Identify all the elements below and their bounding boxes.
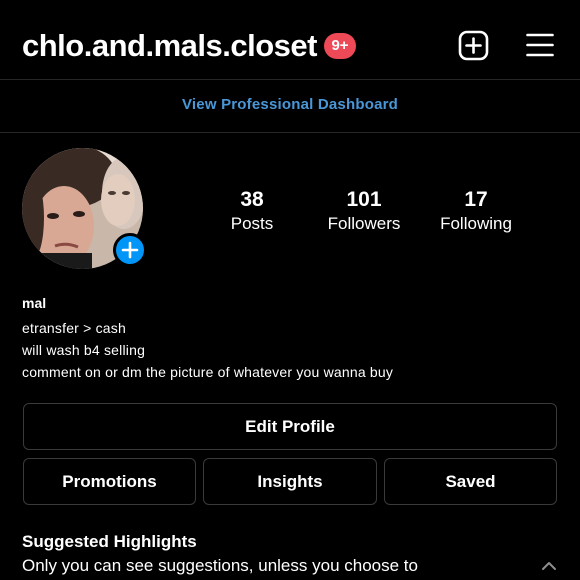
top-bar: chlo.and.mals.closet 9+ xyxy=(0,0,580,80)
suggested-highlights-description: Only you can see suggestions, unless you… xyxy=(22,556,418,575)
bio-line: etransfer > cash xyxy=(22,320,126,336)
chevron-up-icon[interactable] xyxy=(541,559,557,571)
followers-count: 101 xyxy=(346,188,382,211)
stat-following[interactable]: 17 Following xyxy=(421,188,531,235)
professional-dashboard-bar: View Professional Dashboard xyxy=(0,81,580,133)
profile-bio: mal etransfer > cash will wash b4 sellin… xyxy=(22,292,393,383)
notification-badge[interactable]: 9+ xyxy=(324,33,356,59)
plus-icon xyxy=(121,241,139,259)
edit-profile-button[interactable]: Edit Profile xyxy=(23,403,557,450)
posts-count: 38 xyxy=(240,188,264,211)
saved-button[interactable]: Saved xyxy=(384,458,557,505)
posts-label: Posts xyxy=(230,214,274,233)
insights-button[interactable]: Insights xyxy=(203,458,377,505)
following-count: 17 xyxy=(464,188,488,211)
stat-posts[interactable]: 38 Posts xyxy=(197,188,307,235)
profile-name: mal xyxy=(22,295,47,311)
followers-label: Followers xyxy=(327,214,401,233)
account-username[interactable]: chlo.and.mals.closet xyxy=(22,27,317,65)
bio-line: will wash b4 selling xyxy=(22,342,146,358)
stat-followers[interactable]: 101 Followers xyxy=(309,188,419,235)
bio-line: comment on or dm the picture of whatever… xyxy=(22,364,394,380)
view-professional-dashboard-link[interactable]: View Professional Dashboard xyxy=(182,96,398,113)
promotions-button[interactable]: Promotions xyxy=(23,458,196,505)
add-story-button[interactable] xyxy=(113,233,147,267)
plus-square-icon[interactable] xyxy=(458,30,489,61)
following-label: Following xyxy=(440,214,512,233)
suggested-highlights-title: Suggested Highlights xyxy=(22,532,197,551)
hamburger-menu-icon[interactable] xyxy=(526,32,554,58)
